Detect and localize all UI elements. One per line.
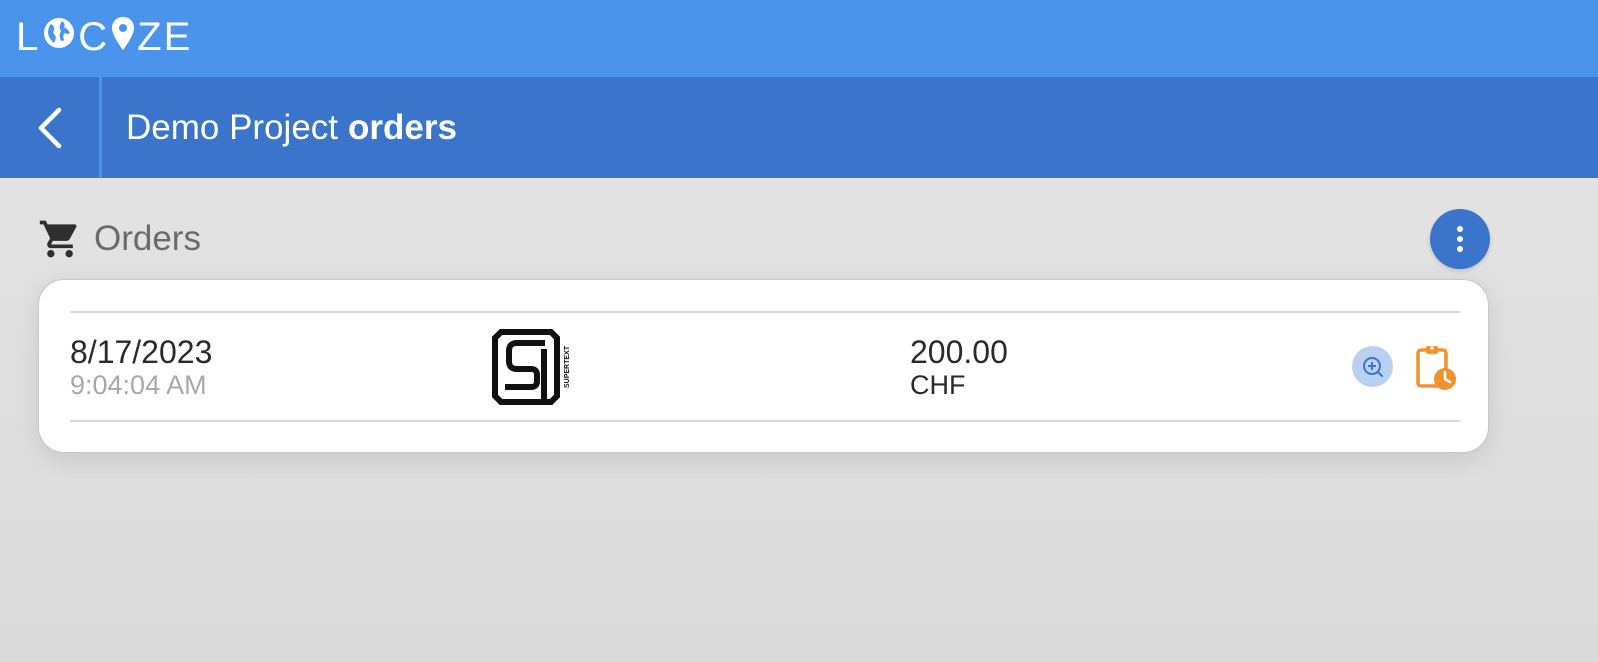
logo-letters: ZE bbox=[137, 15, 193, 59]
page-title-bold: orders bbox=[348, 107, 457, 147]
clipboard-clock-icon bbox=[1416, 346, 1456, 390]
orders-card: 8/17/2023 9:04:04 AM SUPERTEXT 200.00 CH… bbox=[38, 279, 1489, 453]
order-amount: 200.00 bbox=[910, 334, 1008, 370]
page-title: Demo Project orders bbox=[126, 77, 457, 178]
pending-clipboard-button[interactable] bbox=[1414, 344, 1458, 392]
cart-icon bbox=[39, 220, 77, 258]
zoom-in-button[interactable] bbox=[1352, 346, 1393, 387]
zoom-in-icon bbox=[1362, 356, 1383, 377]
page-header: Demo Project orders bbox=[0, 77, 1598, 178]
globe-icon bbox=[42, 16, 76, 58]
order-time: 9:04:04 AM bbox=[70, 370, 207, 400]
chevron-left-icon bbox=[38, 107, 61, 148]
more-vert-icon bbox=[1457, 226, 1463, 252]
app-logo: L C ZE bbox=[16, 16, 192, 58]
back-button[interactable] bbox=[0, 77, 102, 178]
order-currency: CHF bbox=[910, 370, 966, 400]
order-row[interactable]: 8/17/2023 9:04:04 AM SUPERTEXT 200.00 CH… bbox=[70, 311, 1460, 422]
orders-section-header: Orders bbox=[38, 214, 201, 264]
top-app-bar: L C ZE bbox=[0, 0, 1598, 77]
page-title-prefix: Demo Project bbox=[126, 107, 339, 147]
logo-letter: C bbox=[78, 15, 110, 59]
supertext-logo: SUPERTEXT bbox=[489, 329, 573, 405]
more-options-button[interactable] bbox=[1430, 209, 1490, 269]
logo-letter: L bbox=[16, 15, 41, 59]
section-title: Orders bbox=[94, 219, 201, 258]
svg-text:SUPERTEXT: SUPERTEXT bbox=[564, 345, 571, 388]
pin-icon bbox=[111, 16, 135, 58]
order-date: 8/17/2023 bbox=[70, 334, 213, 370]
